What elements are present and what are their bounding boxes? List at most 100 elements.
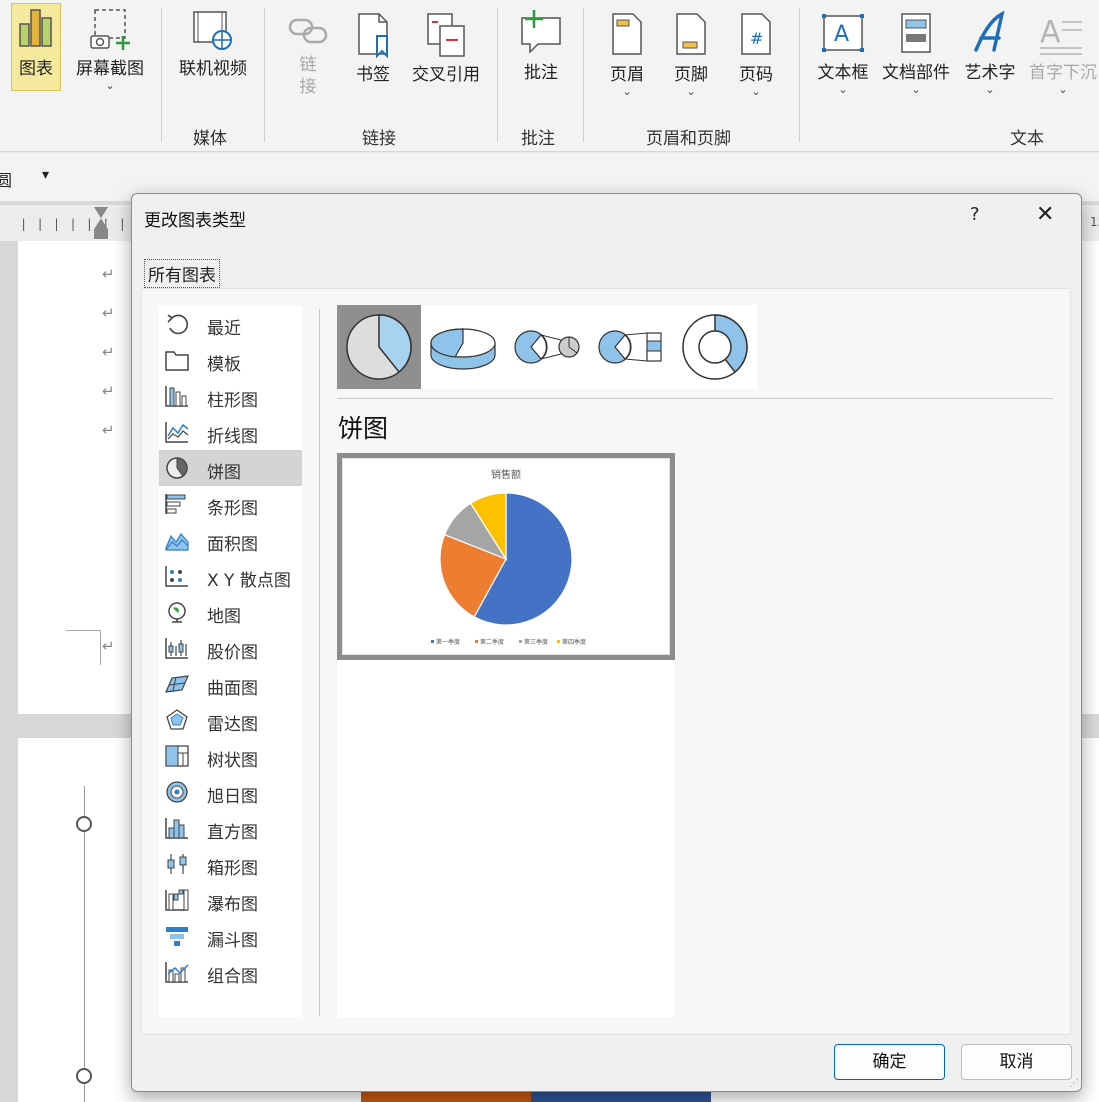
subtype-doughnut[interactable] <box>673 305 757 389</box>
screenshot-label: 屏幕截图 <box>76 59 144 79</box>
legend-label: 第二季度 <box>480 638 504 646</box>
category-label: 树状图 <box>207 751 258 771</box>
resize-handle[interactable] <box>76 816 92 832</box>
category-label: 饼图 <box>207 463 241 483</box>
close-button[interactable]: ✕ <box>1036 202 1054 227</box>
category-combo[interactable]: 组合图 <box>159 954 302 990</box>
text-box-button[interactable]: A 文本框 ⌄ <box>812 10 874 96</box>
category-divider <box>319 309 320 1016</box>
link-label: 链 接 <box>299 55 317 97</box>
category-stock[interactable]: 股价图 <box>159 630 302 666</box>
subtype-pie-of-pie[interactable] <box>505 305 589 389</box>
category-area[interactable]: 面积图 <box>159 522 302 558</box>
map-globe-icon <box>168 602 186 623</box>
pie-slices <box>439 492 573 626</box>
category-line[interactable]: 折线图 <box>159 414 302 450</box>
category-label: 地图 <box>207 607 241 627</box>
footer-label: 页脚 <box>674 65 708 85</box>
dialog-title: 更改图表类型 <box>144 211 246 231</box>
pie-chart-preview: 销售额 第一季度 第二季度 第三季度 第四季度 <box>431 468 586 646</box>
qat-customize-button[interactable]: ▾ <box>42 167 49 183</box>
chart-preview-canvas: 销售额 第一季度 第二季度 第三季度 第四季度 <box>342 458 670 655</box>
category-xy-scatter[interactable]: X Y 散点图 <box>159 558 302 594</box>
bookmark-label: 书签 <box>356 65 390 85</box>
header-button[interactable]: 页眉 ⌄ <box>604 10 650 98</box>
group-label-media: 媒体 <box>193 129 227 149</box>
ok-button[interactable]: 确定 <box>834 1044 945 1080</box>
scatter-chart-icon <box>165 566 188 587</box>
qat-clipped-label: 圆 <box>0 171 13 190</box>
bookmark-button[interactable]: 书签 <box>350 10 396 85</box>
chevron-down-icon: ⌄ <box>985 83 995 96</box>
chart-label: 图表 <box>19 59 53 79</box>
group-label-text: 文本 <box>1010 129 1044 149</box>
category-bar[interactable]: 条形图 <box>159 486 302 522</box>
svg-text:A: A <box>834 22 849 47</box>
resize-handle[interactable] <box>76 1068 92 1084</box>
change-chart-type-dialog: 更改图表类型 ? ✕ 所有图表 最近 模板 柱形图 折线图 饼图 条形图 面积图… <box>131 193 1082 1092</box>
area-chart-icon <box>165 532 189 551</box>
chart-category-list: 最近 模板 柱形图 折线图 饼图 条形图 面积图 X Y 散点图 地图 股价图 … <box>159 306 302 1017</box>
category-templates[interactable]: 模板 <box>159 342 302 378</box>
category-histogram[interactable]: 直方图 <box>159 810 302 846</box>
box-whisker-icon <box>167 854 187 874</box>
subtype-bar-of-pie[interactable] <box>589 305 673 389</box>
help-button[interactable]: ? <box>970 204 980 225</box>
cancel-button[interactable]: 取消 <box>961 1044 1072 1080</box>
chart-preview[interactable]: 销售额 第一季度 第二季度 第三季度 第四季度 <box>337 453 675 660</box>
category-label: 模板 <box>207 355 241 375</box>
category-label: 曲面图 <box>207 679 258 699</box>
paragraph-mark-icon: ↵ <box>102 637 115 655</box>
dialog-content: 最近 模板 柱形图 折线图 饼图 条形图 面积图 X Y 散点图 地图 股价图 … <box>141 288 1071 1035</box>
link-icon <box>288 18 328 44</box>
category-map[interactable]: 地图 <box>159 594 302 630</box>
legend-label: 第三季度 <box>524 638 548 646</box>
page-number-button[interactable]: # 页码 ⌄ <box>733 10 779 98</box>
chart-legend: 第一季度 第二季度 第三季度 第四季度 <box>431 638 586 646</box>
footer-icon <box>676 13 706 55</box>
category-waterfall[interactable]: 瀑布图 <box>159 882 302 918</box>
link-button[interactable]: 链 接 <box>284 10 332 98</box>
surface-chart-icon <box>165 675 189 693</box>
wordart-button[interactable]: 艺术字 ⌄ <box>960 10 1020 96</box>
category-pie[interactable]: 饼图 <box>159 450 302 486</box>
subtype-3d-pie[interactable] <box>421 305 505 389</box>
resize-grip-icon[interactable]: ⋰ <box>1069 1078 1079 1089</box>
category-column[interactable]: 柱形图 <box>159 378 302 414</box>
subtype-pie[interactable] <box>337 305 421 389</box>
legend-swatch <box>431 640 434 643</box>
chart-button[interactable]: 图表 <box>11 3 61 91</box>
quick-parts-icon <box>901 13 931 53</box>
page-number-label: 页码 <box>739 65 773 85</box>
tab-all-charts[interactable]: 所有图表 <box>144 259 220 288</box>
combo-chart-icon <box>165 962 189 983</box>
category-label: 最近 <box>207 319 241 339</box>
drop-cap-button[interactable]: A 首字下沉 ⌄ <box>1024 10 1099 96</box>
treemap-icon <box>165 745 189 767</box>
comment-button[interactable]: 批注 <box>514 8 568 83</box>
category-sunburst[interactable]: 旭日图 <box>159 774 302 810</box>
legend-label: 第一季度 <box>436 638 460 646</box>
pie-of-pie-icon <box>514 330 580 364</box>
category-radar[interactable]: 雷达图 <box>159 702 302 738</box>
cross-reference-button[interactable]: 交叉引用 <box>408 10 484 85</box>
quick-parts-button[interactable]: 文档部件 ⌄ <box>878 10 954 96</box>
category-funnel[interactable]: 漏斗图 <box>159 918 302 954</box>
category-box-whisker[interactable]: 箱形图 <box>159 846 302 882</box>
screenshot-button[interactable]: 屏幕截图 ⌄ <box>70 6 150 92</box>
category-treemap[interactable]: 树状图 <box>159 738 302 774</box>
legend-label: 第四季度 <box>562 638 586 646</box>
footer-button[interactable]: 页脚 ⌄ <box>668 10 714 98</box>
category-label: 箱形图 <box>207 859 258 879</box>
cross-reference-icon <box>427 13 465 57</box>
chevron-down-icon: ⌄ <box>105 79 115 92</box>
paragraph-mark-icon: ↵ <box>102 382 115 400</box>
online-video-button[interactable]: 联机视频 <box>171 6 255 79</box>
ribbon: 图表 屏幕截图 ⌄ 联机视频 媒体 链 接 书签 交叉引用 链接 批注 批注 页… <box>0 0 1099 152</box>
category-surface[interactable]: 曲面图 <box>159 666 302 702</box>
sunburst-icon <box>166 781 188 803</box>
category-recent[interactable]: 最近 <box>159 306 302 342</box>
ruler-number: 15 <box>1090 215 1099 229</box>
svg-text:A: A <box>1040 15 1061 50</box>
column-chart-icon <box>165 386 188 407</box>
